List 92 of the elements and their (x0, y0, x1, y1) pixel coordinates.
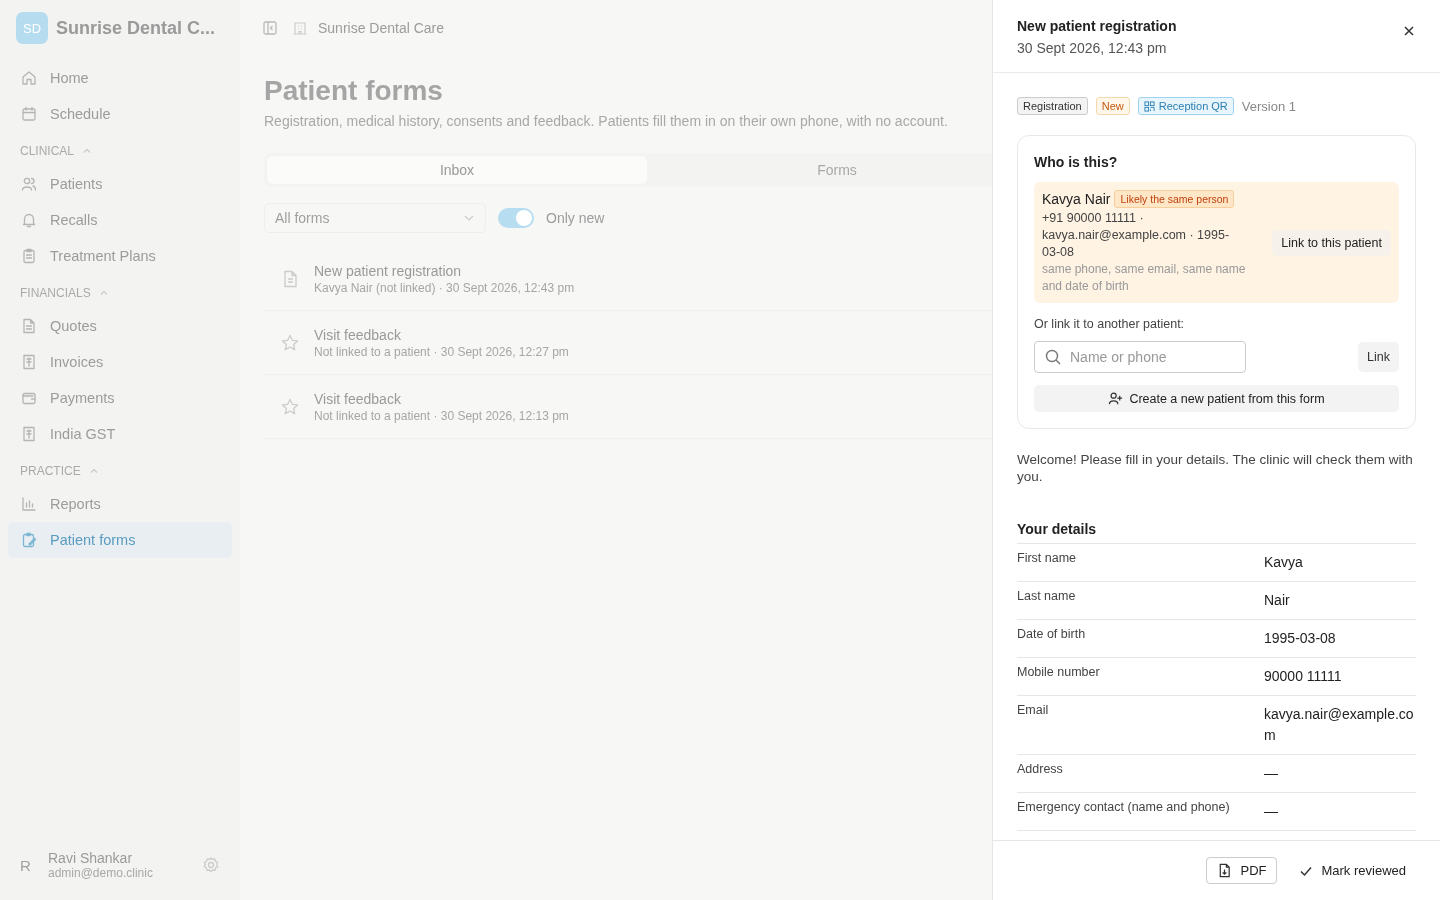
chevron-icon[interactable] (98, 288, 109, 298)
section-label: PRACTICE (20, 464, 81, 478)
field-value: kavya.nair@example.com (1264, 705, 1415, 745)
form-intro: Welcome! Please fill in your details. The clinic will check them with you. (1017, 451, 1414, 485)
people-icon (20, 175, 38, 193)
page-title: Patient forms (264, 75, 444, 107)
field-label: Email (1017, 703, 1050, 719)
match-reason: same phone, same email, same name and date of birth (1042, 261, 1247, 295)
bell-icon (20, 211, 38, 229)
nav-item[interactable]: Invoices (8, 344, 232, 380)
building-icon (292, 19, 308, 36)
field-value: 1995-03-08 (1264, 629, 1337, 648)
add-person-icon (1108, 391, 1124, 406)
patient-search-field[interactable]: Name or phone (1034, 341, 1246, 373)
field-label: Last name (1017, 589, 1077, 605)
submission-meta: Kavya Nair (not linked) · 30 Sept 2026, 12:43 pm (314, 280, 575, 295)
submission-meta: Not linked to a patient · 30 Sept 2026, 12:27 pm (314, 344, 569, 359)
mark-reviewed-button[interactable]: Mark reviewed (1289, 858, 1416, 883)
toggle-label: Only new (546, 210, 605, 226)
link-button[interactable]: Link (1358, 342, 1399, 372)
field-label: Address (1017, 762, 1064, 778)
breadcrumb[interactable]: Sunrise Dental Care (318, 19, 445, 36)
document-icon (20, 317, 38, 335)
clinic-logo: SD (16, 12, 48, 44)
field-label: Date of birth (1017, 627, 1087, 643)
user-avatar: R (20, 856, 32, 874)
tag: Reception QR (1137, 97, 1234, 115)
field-label: Emergency contact (name and phone) (1017, 800, 1231, 816)
panel-title: New patient registration (1017, 18, 1177, 34)
user-email: admin@demo.clinic (48, 866, 154, 880)
panel-date: 30 Sept 2026, 12:43 pm (1017, 40, 1168, 56)
candidate-details: +91 90000 11111 · kavya.nair@example.com · 1995-03-08 (1042, 210, 1231, 261)
settings-icon[interactable] (202, 856, 220, 874)
star-icon (280, 396, 300, 417)
submission-title: New patient registration (314, 262, 463, 279)
user-name: Ravi Shankar (48, 850, 134, 866)
field-value: 90000 11111 (1264, 667, 1343, 686)
nav-item[interactable]: Schedule (8, 96, 232, 132)
toggle-switch[interactable] (498, 208, 534, 228)
submission-row[interactable]: Visit feedback Not linked to a patient · 30 Sept 2026, 12:13 pm (264, 375, 992, 439)
card-title: Who is this? (1034, 154, 1119, 170)
nav-item[interactable]: Home (8, 60, 232, 96)
link-patient-button[interactable]: Link to this patient (1272, 229, 1391, 256)
nav-item[interactable]: Patient forms (8, 522, 232, 558)
tab[interactable]: Forms (647, 156, 992, 184)
create-patient-button[interactable]: Create a new patient from this form (1034, 385, 1399, 412)
section-title: Your details (1017, 521, 1416, 544)
nav-item[interactable]: Reports (8, 486, 232, 522)
house-icon (20, 69, 38, 87)
submission-title: Visit feedback (314, 390, 402, 407)
match-badge: Likely the same person (1114, 190, 1235, 208)
nav-item[interactable]: Payments (8, 380, 232, 416)
nav-item[interactable]: Quotes (8, 308, 232, 344)
tab[interactable]: Inbox (267, 156, 647, 184)
clipboard-icon (20, 247, 38, 265)
pdf-button[interactable]: PDF (1206, 857, 1278, 884)
chevron-icon[interactable] (82, 146, 93, 156)
nav-item[interactable]: Recalls (8, 202, 232, 238)
field-label: First name (1017, 551, 1078, 567)
field-value: Nair (1264, 591, 1291, 610)
tag: Registration (1017, 97, 1088, 115)
candidate-name: Kavya Nair (1042, 191, 1111, 207)
nav-item[interactable]: Treatment Plans (8, 238, 232, 274)
field-value: — (1264, 802, 1279, 821)
file-download-icon (1217, 863, 1233, 878)
section-label: CLINICAL (20, 144, 75, 158)
section-label: FINANCIALS (20, 286, 91, 300)
form-filter-dropdown[interactable]: All forms (264, 203, 486, 233)
bar-chart-icon (20, 495, 38, 513)
calendar-icon (20, 105, 38, 123)
chevron-icon[interactable] (88, 466, 99, 476)
clinic-name[interactable]: Sunrise Dental C... (56, 17, 216, 39)
field-label: Mobile number (1017, 665, 1101, 681)
link-prompt: Or link it to another patient: (1034, 317, 1186, 331)
version-label: Version 1 (1241, 98, 1296, 114)
submission-row[interactable]: Visit feedback Not linked to a patient · 30 Sept 2026, 12:27 pm (264, 311, 992, 375)
sidebar-toggle-icon[interactable] (262, 19, 278, 36)
close-icon[interactable] (1402, 24, 1416, 38)
page-subtitle: Registration, medical history, consents and feedback. Patients fill them in on their own phone, with no account. (264, 113, 949, 129)
field-value: Kavya (1264, 553, 1304, 572)
star-icon (280, 332, 300, 353)
receipt-icon (20, 425, 38, 443)
clipboard-pen-icon (20, 531, 38, 549)
qr-code-icon (1143, 100, 1155, 112)
nav-item[interactable]: India GST (8, 416, 232, 452)
submission-row[interactable]: New patient registration Kavya Nair (not linked) · 30 Sept 2026, 12:43 pm (264, 247, 992, 311)
tag: New (1095, 97, 1130, 115)
nav-item[interactable]: Patients (8, 166, 232, 202)
receipt-icon (20, 353, 38, 371)
submission-title: Visit feedback (314, 326, 402, 343)
field-value: — (1264, 764, 1279, 783)
submission-meta: Not linked to a patient · 30 Sept 2026, 12:13 pm (314, 408, 569, 423)
